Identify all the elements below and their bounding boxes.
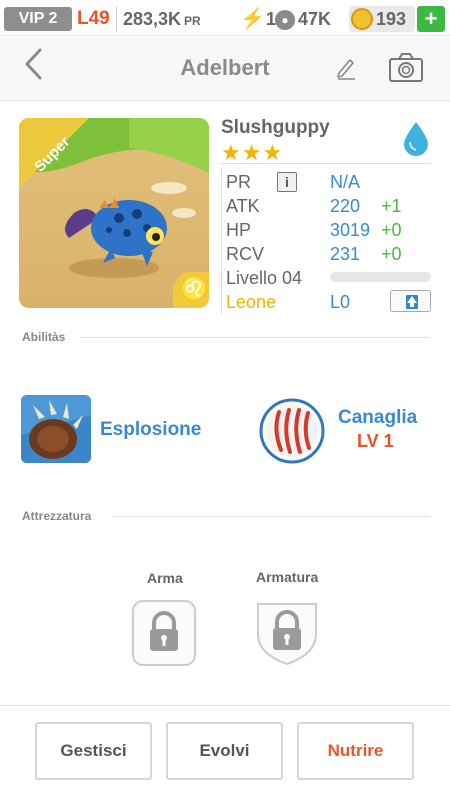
weapon-label: Arma (147, 570, 183, 586)
stat-delta-atk: +1 (381, 196, 402, 216)
add-currency-button[interactable]: + (417, 6, 445, 32)
equipment-label: Attrezzatura (22, 509, 92, 523)
passive-ability-level: LV 1 (357, 431, 394, 451)
power-rating: 283,3K PR (116, 6, 201, 32)
active-ability-name[interactable]: Esplosione (100, 419, 201, 441)
status-bar: VIP 2 L49 283,3K PR ⚡1 ● 47K 193 + (0, 0, 450, 36)
camera-icon (389, 53, 423, 82)
active-ability-button[interactable] (21, 395, 91, 463)
monster-name: Slushguppy (221, 117, 330, 138)
rank-label: Leone (226, 292, 277, 312)
weapon-slot-lock-icon[interactable] (131, 599, 197, 667)
power-value: 283,3K (123, 9, 182, 29)
lightning-icon: ⚡ (240, 8, 265, 30)
paw-icon: ● (275, 10, 295, 31)
edit-name-button[interactable] (335, 55, 357, 81)
stat-label-hp: HP (226, 220, 252, 240)
equipment-divider (112, 516, 430, 517)
stat-delta-hp: +0 (381, 220, 402, 240)
stat-value-atk: 220 (330, 196, 361, 216)
level-label: Livello 04 (226, 268, 303, 288)
stat-label-rcv: RCV (226, 244, 265, 264)
coin-icon (351, 7, 373, 30)
energy-counter[interactable]: ⚡1 (240, 6, 276, 32)
stat-value-pr: N/A (330, 172, 361, 192)
passive-ability-name[interactable]: Canaglia (338, 407, 417, 429)
abilities-label: Abilitàs (22, 330, 66, 344)
stat-label-atk: ATK (226, 196, 260, 216)
player-level: L49 (77, 8, 110, 29)
power-unit: PR (184, 14, 201, 28)
scratch-marks-icon[interactable] (259, 398, 325, 464)
vip-badge[interactable]: VIP 2 (4, 7, 72, 31)
water-drop-icon (404, 122, 428, 156)
zodiac-badge: ♌ (173, 272, 209, 308)
evolve-button[interactable]: Evolvi (166, 722, 283, 780)
pencil-icon (337, 59, 355, 80)
rank-up-button[interactable] (390, 290, 431, 312)
stat-delta-rcv: +0 (381, 244, 402, 264)
coin-counter[interactable]: 193 (349, 6, 415, 32)
stat-value-hp: 3019 (330, 220, 371, 240)
arrow-up-icon (406, 295, 418, 309)
armor-slot-lock-icon[interactable] (254, 598, 320, 666)
level-progress-bar (330, 272, 431, 282)
bottom-divider (0, 705, 450, 706)
feed-button[interactable]: Nutrire (297, 722, 414, 780)
food-value: 47K (298, 9, 332, 29)
stats-divider (221, 163, 431, 164)
stat-value-rcv: 231 (330, 244, 361, 264)
claw-paw-icon (21, 395, 91, 463)
abilities-divider (80, 337, 430, 338)
food-counter[interactable]: ● 47K (275, 6, 331, 32)
header: Adelbert (0, 37, 450, 101)
leo-icon: ♌ (181, 276, 209, 301)
camera-button[interactable] (388, 51, 424, 85)
rank-value: L0 (330, 292, 351, 312)
info-icon[interactable]: i (277, 172, 297, 192)
armor-label: Armatura (256, 569, 319, 585)
stats-left-border (221, 168, 222, 314)
monster-portrait[interactable]: Super ♌ (19, 118, 209, 308)
coin-value: 193 (376, 9, 407, 29)
manage-button[interactable]: Gestisci (35, 722, 152, 780)
page-title: Adelbert (180, 55, 270, 80)
stat-label-pr: PR (226, 172, 252, 192)
